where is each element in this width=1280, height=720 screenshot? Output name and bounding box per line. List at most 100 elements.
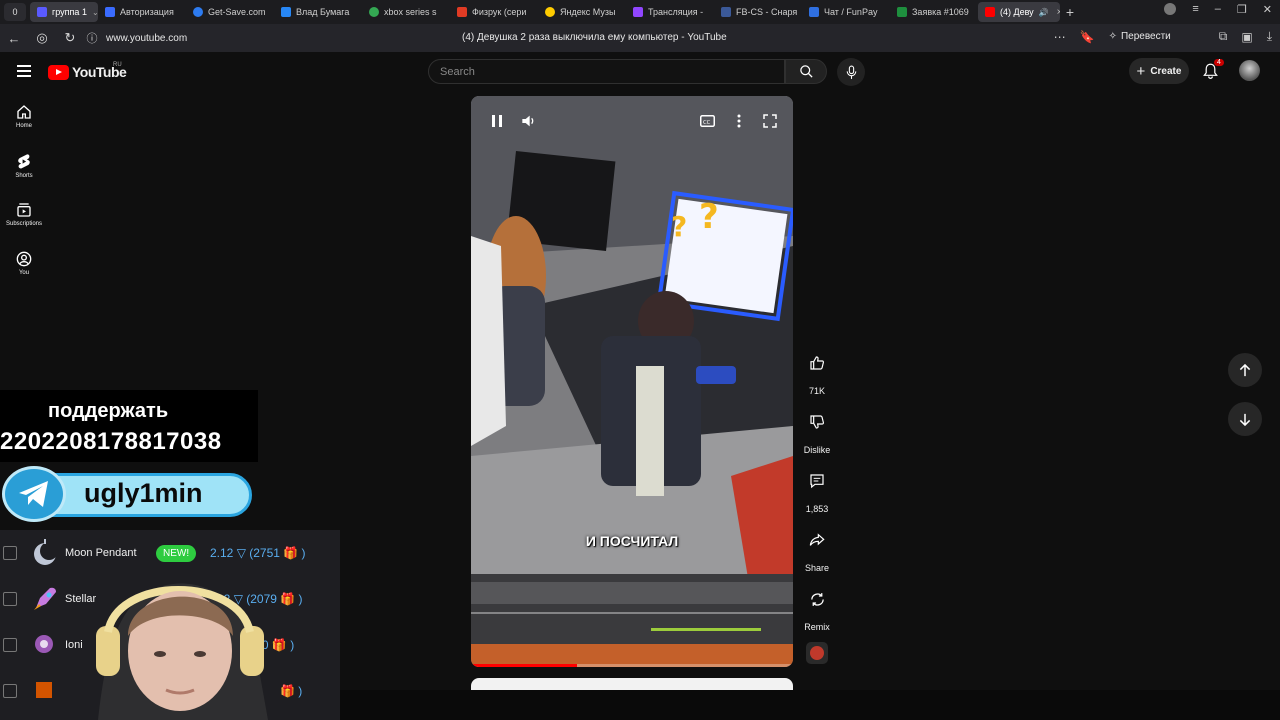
captions-icon[interactable]: CC [700,115,715,127]
tab-get-save[interactable]: Get-Save.com [186,2,274,22]
arrow-down-icon [1239,413,1251,426]
more-vert-icon[interactable] [737,114,741,128]
bookmark-icon[interactable]: 🔖 [1080,30,1095,44]
new-tab-button[interactable]: + [1060,4,1080,20]
tab-vk[interactable]: Влад Бумага [274,2,362,22]
menu-icon[interactable]: ≡ [1192,3,1198,16]
yandex-music-icon [545,7,555,17]
sidebar-item-home[interactable]: Home [0,92,48,141]
download-icon[interactable]: ⤓ [1267,29,1272,44]
youtube-header: YouTube RU Search + Create 4 [0,52,1280,92]
search-input[interactable]: Search [428,59,785,84]
notification-badge: 4 [1214,59,1224,66]
item-checkbox[interactable] [3,592,17,606]
vk-icon [281,7,291,17]
close-window-icon[interactable]: ✕ [1263,3,1272,16]
item-checkbox[interactable] [3,684,17,698]
create-button[interactable]: + Create [1129,58,1189,84]
shield-icon[interactable]: ◎ [28,30,56,46]
shorts-action-bar: 71K Dislike 1,853 Share Remix [799,347,835,642]
shorts-video-player[interactable]: ? ? CC И ПОСЧИТАЛ [471,96,793,667]
like-count: 71K [808,386,825,396]
sound-disc-icon[interactable] [806,642,828,664]
remix-button[interactable]: Remix [799,583,835,642]
menu-burger-icon[interactable] [17,65,31,80]
more-icon[interactable]: ⋯ [1054,30,1066,44]
item-checkbox[interactable] [3,546,17,560]
plus-icon: + [1136,62,1146,80]
stream-overlay: поддержать 2202208178817038 ugly1min Moo… [0,390,340,720]
item-icon [36,682,52,698]
back-icon[interactable]: ← [0,31,28,46]
comments-button[interactable]: 1,853 [799,465,835,524]
next-short-preview[interactable] [471,678,793,690]
site-info-icon[interactable]: ⓘ [84,30,100,46]
translate-button[interactable]: ✧ Перевести [1109,31,1171,42]
tab-fb-cs[interactable]: FB-CS - Снаря [714,2,802,22]
ionic-item-icon [35,635,53,653]
tab-fizruk[interactable]: Физрук (сери [450,2,538,22]
voice-search-button[interactable] [837,58,865,86]
svg-text:?: ? [671,210,687,243]
like-button[interactable]: 71K [799,347,835,406]
extension-icon[interactable]: ⧉ [1219,29,1228,44]
new-badge: NEW! [156,544,197,562]
minimize-icon[interactable]: – [1215,3,1221,16]
search-button[interactable] [785,59,827,84]
avatar[interactable] [1239,60,1260,81]
tab-twitch[interactable]: Трансляция - [626,2,714,22]
tab-auth[interactable]: Авторизация [98,2,186,22]
maximize-icon[interactable]: ❐ [1237,3,1247,16]
video-progress-bar[interactable] [471,664,793,667]
video-progress-fill [471,664,578,667]
window-controls: ≡ – ❐ ✕ [1164,3,1272,16]
sidebar-item-subscriptions[interactable]: Subscriptions [0,190,48,239]
comment-icon [810,474,824,489]
comments-count: 1,853 [805,504,829,514]
youtube-favicon [985,7,995,17]
browser-tab-strip: 0 группа 1 ⌄ Авторизация Get-Save.com Вл… [0,0,1280,24]
sidebar-item-you[interactable]: You [0,239,48,288]
profile-icon[interactable] [1164,3,1177,15]
item-checkbox[interactable] [3,638,17,652]
twitch-icon [633,7,643,17]
donate-card-number: 2202208178817038 [0,428,222,455]
funpay-icon [809,7,819,17]
tab-xbox[interactable]: xbox series s [362,2,450,22]
telegram-icon [2,466,66,522]
tab-workspace-counter[interactable]: 0 [4,3,26,21]
notifications-button[interactable]: 4 [1203,59,1224,84]
sidebar-item-shorts[interactable]: Shorts [0,141,48,190]
fullscreen-icon[interactable] [763,114,777,128]
moon-pendant-icon [34,539,58,565]
tab-funpay[interactable]: Чат / FunPay [802,2,890,22]
next-short-button[interactable] [1228,402,1262,436]
tab-favicon [457,7,467,17]
share-button[interactable]: Share [799,524,835,583]
dislike-button[interactable]: Dislike [799,406,835,465]
tab-favicon [369,7,379,17]
svg-text:?: ? [699,197,719,237]
svg-text:CC: CC [703,120,711,126]
sidebar-toggle-icon[interactable]: ▣ [1241,30,1252,44]
streamer-webcam [96,583,268,720]
pause-icon[interactable] [491,114,503,128]
tab-request[interactable]: Заявка #1069 [890,2,978,22]
tab-group-1[interactable]: группа 1 ⌄ [30,2,98,22]
rocket-icon [34,587,56,610]
remix-icon [810,592,824,606]
mini-guide-sidebar: Home Shorts Subscriptions You [0,92,48,288]
shorts-icon [18,153,30,168]
share-icon [809,533,825,546]
player-top-controls: CC [491,114,777,128]
tab-yandex-music[interactable]: Яндекс Музы [538,2,626,22]
reload-icon[interactable]: ↻ [56,30,84,46]
previous-short-button[interactable] [1228,353,1262,387]
search-icon [799,65,813,78]
tab-favicon [193,7,203,17]
tab-youtube-active[interactable]: (4) Деву 🔊 × [978,2,1060,22]
volume-icon[interactable] [521,114,537,128]
translate-icon: ✧ [1108,31,1117,42]
you-icon [16,251,32,267]
url-text[interactable]: www.youtube.com [106,33,187,44]
